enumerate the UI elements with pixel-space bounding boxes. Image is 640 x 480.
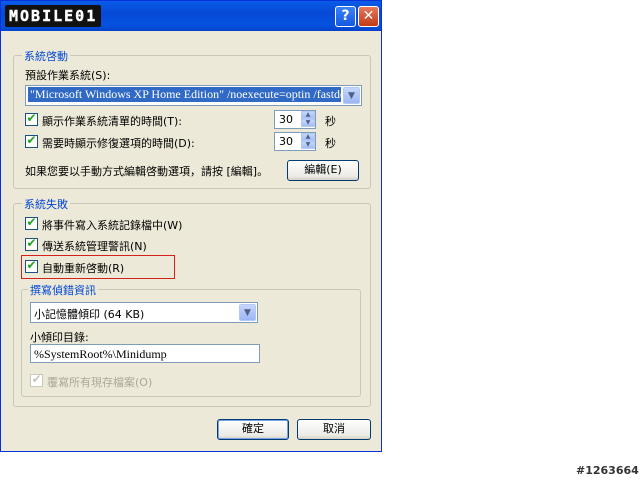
show-recovery-spinner[interactable]: 30 ▲ ▼ xyxy=(274,132,316,151)
default-os-label: 預設作業系統(S): xyxy=(25,69,111,82)
startup-group-title: 系統啓動 xyxy=(22,48,70,64)
close-button[interactable]: ✕ xyxy=(358,6,379,27)
show-os-list-spinner[interactable]: 30 ▲ ▼ xyxy=(274,110,316,129)
seconds-unit-label: 秒 xyxy=(325,137,336,150)
help-button[interactable]: ? xyxy=(335,6,356,27)
ok-button[interactable]: 確定 xyxy=(217,419,289,440)
checkmark-icon: ✔ xyxy=(26,133,37,147)
debug-type-select[interactable]: 小記憶體傾印 (64 KB) ▼ xyxy=(30,302,258,323)
show-recovery-label: 需要時顯示修復選項的時間(D): xyxy=(42,137,195,150)
dump-dir-value[interactable]: %SystemRoot%\Minidump xyxy=(34,347,167,362)
show-os-list-value[interactable]: 30 xyxy=(279,113,293,126)
debug-type-value: 小記憶體傾印 (64 KB) xyxy=(34,308,145,321)
checkmark-icon: ✔ xyxy=(26,215,37,229)
write-event-label: 將事件寫入系統記錄檔中(W) xyxy=(42,219,183,232)
debug-info-group-title: 撰寫偵錯資訊 xyxy=(28,282,98,298)
send-alert-label: 傳送系統管理警訊(N) xyxy=(42,240,147,253)
seconds-unit-label: 秒 xyxy=(325,115,336,128)
checkmark-icon: ✔ xyxy=(26,111,37,125)
spin-down-icon[interactable]: ▼ xyxy=(301,119,315,127)
send-alert-checkbox[interactable]: ✔ xyxy=(25,236,38,251)
checkmark-icon: ✔ xyxy=(26,236,37,250)
dump-dir-label: 小傾印目錄: xyxy=(30,331,89,344)
dump-dir-input[interactable]: %SystemRoot%\Minidump xyxy=(30,344,260,363)
default-os-value: "Microsoft Windows XP Home Edition" /noe… xyxy=(28,87,341,102)
post-id-watermark: #1263664 xyxy=(576,464,639,477)
cancel-button[interactable]: 取消 xyxy=(297,419,371,440)
write-event-checkbox[interactable]: ✔ xyxy=(25,215,38,230)
chevron-down-icon[interactable]: ▼ xyxy=(239,304,256,321)
overwrite-checkbox: ✔ xyxy=(30,372,43,387)
highlight-box xyxy=(21,255,175,279)
failure-group-title: 系統失敗 xyxy=(22,196,70,212)
mobile01-logo: MOBILE01 xyxy=(5,5,102,27)
show-os-list-checkbox[interactable]: ✔ xyxy=(25,111,38,126)
edit-hint-text: 如果您要以手動方式編輯啓動選項，請按 [編輯]。 xyxy=(25,165,269,178)
title-bar[interactable]: MOBILE01 ? ✕ xyxy=(1,1,381,31)
spin-up-icon[interactable]: ▲ xyxy=(301,133,315,141)
show-recovery-value[interactable]: 30 xyxy=(279,135,293,148)
show-recovery-checkbox[interactable]: ✔ xyxy=(25,133,38,148)
chevron-down-icon[interactable]: ▼ xyxy=(343,87,360,104)
spin-down-icon[interactable]: ▼ xyxy=(301,141,315,149)
spin-up-icon[interactable]: ▲ xyxy=(301,111,315,119)
edit-button[interactable]: 編輯(E) xyxy=(287,160,359,181)
default-os-select[interactable]: "Microsoft Windows XP Home Edition" /noe… xyxy=(25,85,362,106)
startup-recovery-dialog: MOBILE01 ? ✕ 系統啓動 預設作業系統(S): "Microsoft … xyxy=(0,0,382,452)
checkmark-icon: ✔ xyxy=(31,372,42,386)
overwrite-label: 覆寫所有現存檔案(O) xyxy=(47,376,153,389)
show-os-list-label: 顯示作業系統清單的時間(T): xyxy=(42,115,183,128)
